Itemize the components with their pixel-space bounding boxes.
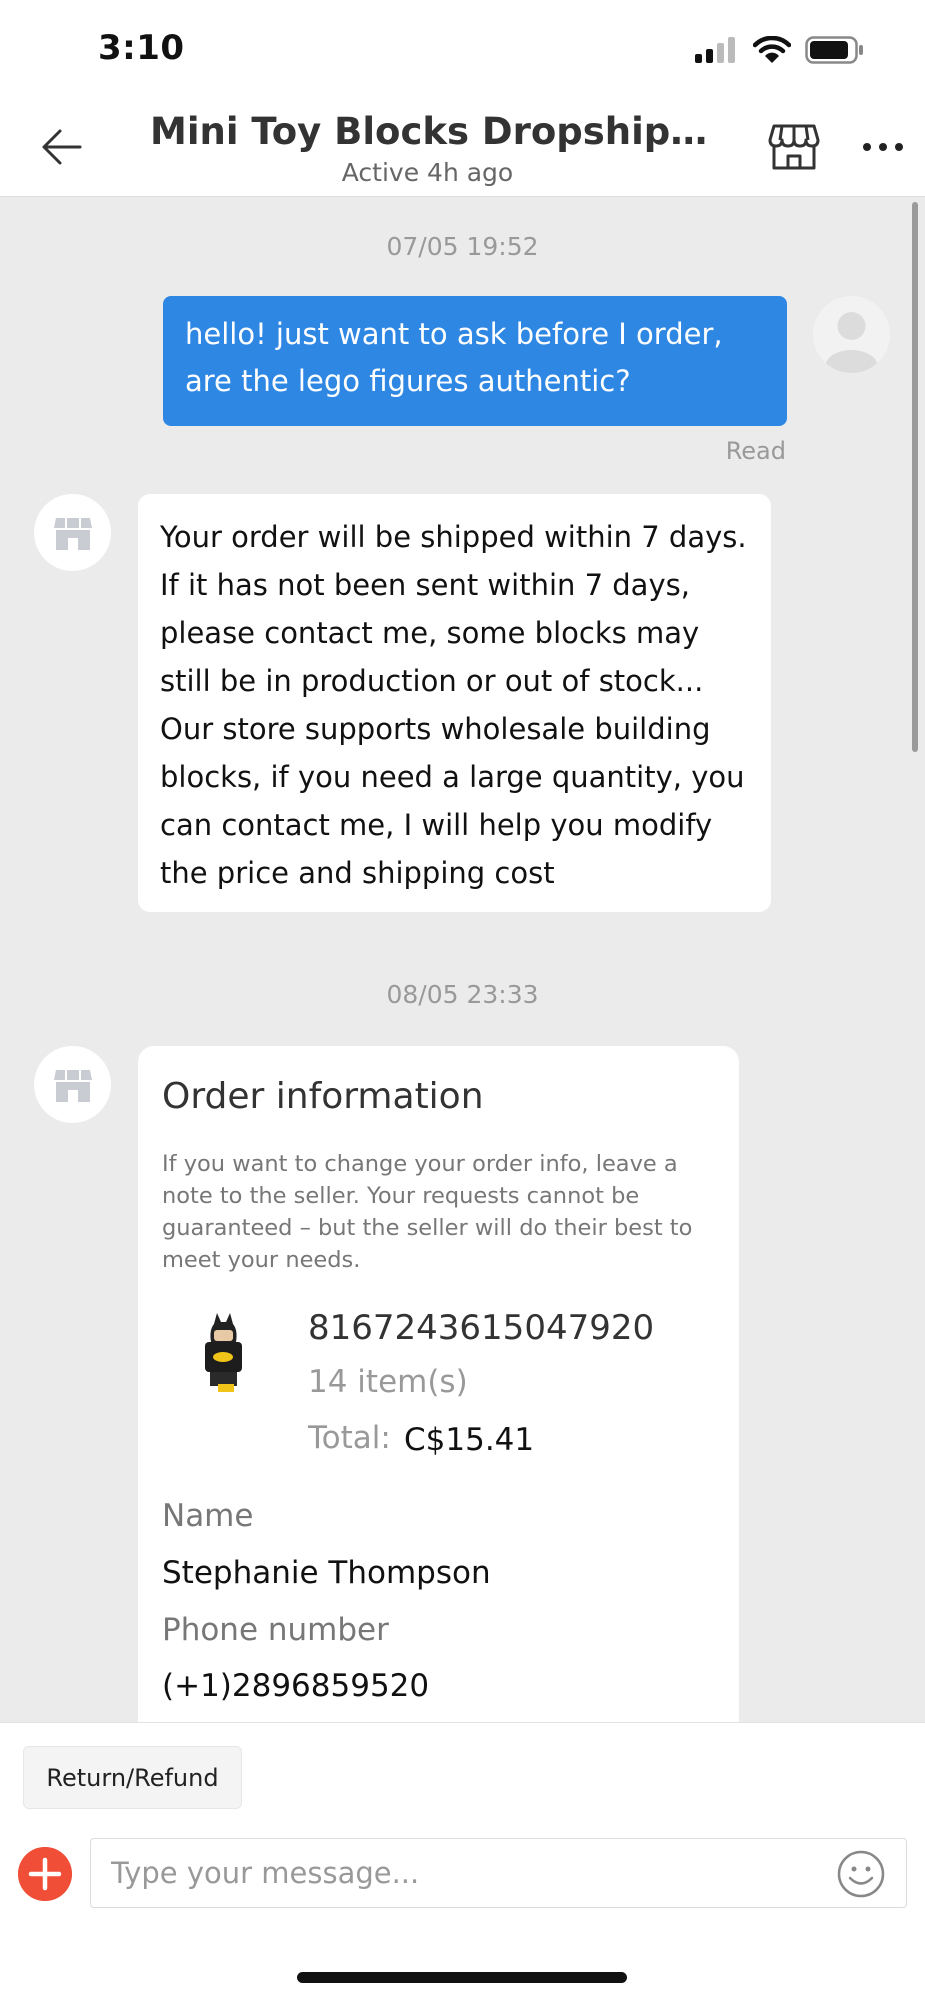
name-value: Stephanie Thompson [162,1555,491,1591]
order-number: 8167243615047920 [308,1308,655,1348]
status-icons [695,36,865,64]
chat-scrollbar[interactable] [912,202,918,752]
order-card-note: If you want to change your order info, l… [162,1151,693,1273]
more-icon[interactable] [858,122,908,172]
order-information-card[interactable]: Order information If you want to change … [138,1046,739,1722]
battery-icon [805,36,863,64]
wifi-icon [753,36,791,63]
store-icon[interactable] [768,120,820,172]
user-avatar-icon [825,312,878,373]
message-input[interactable] [90,1838,907,1908]
order-item-count: 14 item(s) [308,1364,468,1400]
outgoing-message-bubble[interactable]: hello! just want to ask before I order, … [163,296,787,426]
chat-header: Mini Toy Blocks Dropshippin... Active 4h… [0,100,925,197]
date-separator: 08/05 23:33 [386,980,539,1009]
add-attachment-icon[interactable] [18,1847,72,1901]
order-total-label: Total: [308,1420,391,1456]
name-label: Name [162,1498,254,1534]
order-card-title: Order information [162,1076,484,1117]
cellular-signal-icon [695,37,735,63]
message-composer: Return/Refund [0,1722,925,2000]
incoming-message-bubble[interactable]: Your order will be shipped within 7 days… [138,494,771,912]
home-indicator[interactable] [297,1972,627,1983]
phone-label: Phone number [162,1612,389,1648]
return-refund-button[interactable]: Return/Refund [23,1746,242,1809]
status-time: 3:10 [98,28,185,68]
shop-avatar-icon [53,1069,92,1102]
date-separator: 07/05 19:52 [386,232,539,261]
user-avatar [813,296,890,373]
chat-title: Mini Toy Blocks Dropshippin... [150,110,710,153]
seller-avatar [34,494,111,571]
status-bar: 3:10 [0,0,925,100]
order-total-value: C$15.41 [404,1422,535,1458]
read-receipt: Read [725,437,786,465]
chat-subtitle: Active 4h ago [341,158,514,187]
seller-avatar [34,1046,111,1123]
product-thumbnail[interactable] [162,1308,282,1408]
phone-value: (+1)2896859520 [162,1668,430,1704]
chat-area[interactable]: 07/05 19:52 hello! just want to ask befo… [0,197,925,1722]
emoji-icon[interactable] [836,1849,886,1899]
shop-avatar-icon [53,517,92,550]
